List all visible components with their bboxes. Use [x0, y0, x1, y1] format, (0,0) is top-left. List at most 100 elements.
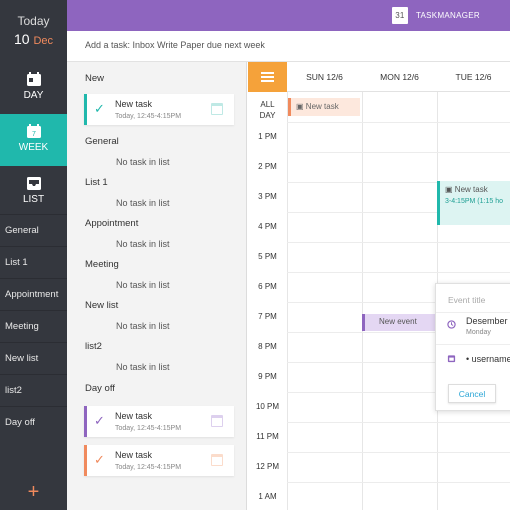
empty-message: No task in list	[116, 280, 170, 290]
view-list-button[interactable]: LIST	[0, 166, 67, 218]
time-label: 10 PM	[255, 402, 280, 411]
view-week-label: WEEK	[18, 142, 49, 153]
task-title: New task	[115, 411, 153, 421]
sidebar-item-new-list[interactable]: New list	[0, 342, 67, 374]
calendar-icon	[211, 103, 223, 115]
calendar-icon	[211, 415, 223, 427]
event-date[interactable]: Desember 7	[466, 316, 510, 326]
cancel-button[interactable]: Cancel	[448, 384, 496, 403]
view-day-button[interactable]: DAY	[0, 62, 67, 114]
grid-line	[287, 482, 510, 483]
check-icon[interactable]: ✓	[94, 414, 105, 428]
grid-line	[362, 92, 363, 510]
brand-name: TASKMANAGER	[415, 11, 480, 20]
time-label: 9 PM	[258, 372, 277, 381]
day-header-tue[interactable]: TUE 12/6	[437, 62, 510, 92]
empty-message: No task in list	[116, 157, 170, 167]
sidebar-item-list2[interactable]: list2	[0, 374, 67, 406]
time-label: 6 PM	[258, 282, 277, 291]
nav-sidebar: Today 10 Dec DAY 7 WEEK LIST General Lis…	[0, 0, 67, 510]
calendar-logo-icon: 31	[391, 7, 408, 24]
empty-message: No task in list	[116, 321, 170, 331]
event-weekday: Monday	[466, 329, 491, 336]
group-title-meeting: Meeting	[85, 259, 119, 270]
time-label: 12 PM	[255, 462, 280, 471]
add-list-button[interactable]: +	[0, 482, 67, 502]
today-label: Today	[17, 14, 50, 28]
event-title: New task	[305, 102, 339, 111]
svg-text:7: 7	[32, 131, 36, 138]
day-header-sun[interactable]: SUN 12/6	[287, 62, 362, 92]
sidebar-item-general[interactable]: General	[0, 214, 67, 246]
clock-icon	[447, 320, 456, 329]
sidebar-item-appointment[interactable]: Appointment	[0, 278, 67, 310]
view-week-button[interactable]: 7 WEEK	[0, 114, 67, 166]
divider	[436, 344, 510, 345]
event-owner[interactable]: • username	[466, 354, 510, 364]
group-title-list2: list2	[85, 341, 102, 352]
calendar-event-allday[interactable]: ▣ New task	[288, 98, 360, 116]
calendar-event-task[interactable]: ▣ New task 3-4:15PM (1:15 ho	[437, 181, 510, 225]
calendar-week-icon: 7	[26, 124, 41, 138]
empty-message: No task in list	[116, 239, 170, 249]
grid-line	[287, 452, 510, 453]
empty-message: No task in list	[116, 198, 170, 208]
group-title-appointment: Appointment	[85, 218, 139, 229]
group-title-new-list: New list	[85, 300, 119, 311]
event-title-input[interactable]: Event title	[448, 295, 485, 305]
time-label: 1 PM	[258, 132, 277, 141]
task-card[interactable]: ✓ New task Today, 12:45-4:15PM	[84, 406, 234, 437]
task-time: Today, 12:45-4:15PM	[115, 464, 182, 471]
event-title: New task	[454, 185, 488, 194]
grid-line	[287, 242, 510, 243]
event-popup: Event title Desember 7 Monday • username…	[435, 283, 510, 411]
group-title-general: General	[85, 136, 119, 147]
grid-line	[287, 422, 510, 423]
grid-line	[287, 272, 510, 273]
sidebar-item-list-1[interactable]: List 1	[0, 246, 67, 278]
sidebar-lists: General List 1 Appointment Meeting New l…	[0, 214, 67, 438]
brand: 31 TASKMANAGER	[391, 7, 480, 24]
task-list-panel: New ✓ New task Today, 12:45-4:15PM Gener…	[67, 62, 247, 510]
today-date: 10 Dec	[13, 31, 54, 47]
task-time: Today, 12:45-4:15PM	[115, 425, 182, 432]
event-time: 3-4:15PM (1:15 ho	[445, 198, 503, 205]
today-widget[interactable]: Today 10 Dec	[0, 0, 67, 62]
task-card[interactable]: ✓ New task Today, 12:45-4:15PM	[84, 445, 234, 476]
grid-line	[287, 92, 288, 510]
sidebar-item-day-off[interactable]: Day off	[0, 406, 67, 438]
time-label: 3 PM	[258, 192, 277, 201]
time-label: 5 PM	[258, 252, 277, 261]
calendar-event-new[interactable]: New event	[362, 314, 437, 331]
calendar-icon	[211, 454, 223, 466]
quick-add-input[interactable]: Add a task: Inbox Write Paper due next w…	[67, 31, 510, 62]
view-list-label: LIST	[22, 194, 45, 205]
task-time: Today, 12:45-4:15PM	[115, 113, 182, 120]
menu-icon[interactable]	[248, 62, 287, 92]
task-title: New task	[115, 450, 153, 460]
time-label: 4 PM	[258, 222, 277, 231]
check-icon[interactable]: ✓	[94, 453, 105, 467]
grid-line	[287, 122, 510, 123]
group-title-new: New	[85, 73, 105, 84]
divider	[436, 312, 510, 313]
calendar-icon: ▣	[445, 185, 453, 194]
day-header-mon[interactable]: MON 12/6	[362, 62, 437, 92]
grid-line	[287, 152, 510, 153]
group-title-day-off: Day off	[85, 383, 115, 394]
view-day-label: DAY	[23, 90, 44, 101]
header-bar: 31 TASKMANAGER	[67, 0, 510, 31]
calendar-icon: ▣	[296, 102, 304, 111]
calendar-icon	[447, 355, 456, 363]
task-card[interactable]: ✓ New task Today, 12:45-4:15PM	[84, 94, 234, 125]
inbox-icon	[26, 177, 41, 190]
empty-message: No task in list	[116, 362, 170, 372]
time-label: 2 PM	[258, 162, 277, 171]
sidebar-item-meeting[interactable]: Meeting	[0, 310, 67, 342]
check-icon[interactable]: ✓	[94, 102, 105, 116]
time-label: 11 PM	[256, 432, 279, 441]
time-label: 8 PM	[258, 342, 277, 351]
all-day-label: ALL DAY	[259, 100, 276, 120]
task-title: New task	[115, 99, 153, 109]
group-title-list-1: List 1	[85, 177, 108, 188]
